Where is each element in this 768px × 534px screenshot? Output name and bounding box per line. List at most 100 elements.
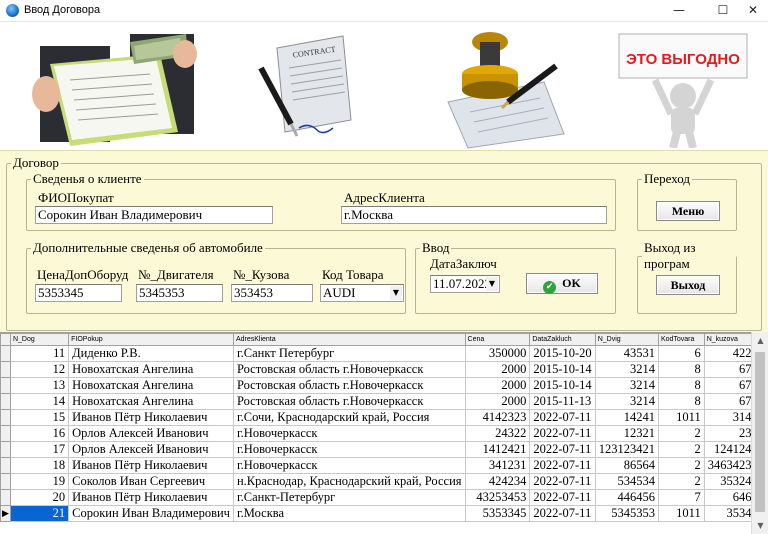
table-cell-kodtovara[interactable]: 6 <box>657 345 705 362</box>
table-cell-adresklienta[interactable]: Ростовская область г.Новочеркасск <box>232 361 466 378</box>
table-cell-n-dvig[interactable]: 3214 <box>594 361 659 378</box>
row-indicator[interactable] <box>0 361 11 378</box>
table-cell-adresklienta[interactable]: г.Новочеркасск <box>232 441 466 458</box>
row-indicator[interactable] <box>0 409 11 426</box>
table-cell-cena[interactable]: 424234 <box>464 473 531 490</box>
scroll-thumb[interactable] <box>755 352 765 512</box>
table-cell-kodtovara[interactable]: 8 <box>657 361 705 378</box>
table-row[interactable]: 11 Диденко Р.В. г.Санкт Петербург 350000 201… <box>0 345 768 362</box>
column-header[interactable]: DataZakluch <box>529 333 596 346</box>
grid-vertical-scrollbar[interactable]: ▲ ▼ <box>751 332 768 534</box>
table-row[interactable]: 16 Орлов Алексей Иванович г.Новочеркасск 24… <box>0 425 768 442</box>
table-cell-adresklienta[interactable]: г.Москва <box>232 505 466 522</box>
table-cell-kodtovara[interactable]: 1011 <box>657 409 705 426</box>
table-cell-n-dog[interactable]: 18 <box>9 457 70 474</box>
table-cell-n-dvig[interactable]: 14241 <box>594 409 659 426</box>
table-row[interactable]: 13 Новохатская Ангелина Ростовская область… <box>0 377 768 394</box>
table-cell-adresklienta[interactable]: г.Новочеркасск <box>232 425 466 442</box>
table-cell-datazakluch[interactable]: 2015-11-13 <box>529 393 596 410</box>
table-cell-n-dog[interactable]: 20 <box>9 489 70 506</box>
menu-button[interactable]: Меню <box>656 201 720 221</box>
column-header[interactable]: Cena <box>464 333 531 346</box>
table-cell-kodtovara[interactable]: 2 <box>657 425 705 442</box>
table-cell-datazakluch[interactable]: 2022-07-11 <box>529 409 596 426</box>
table-cell-n-dog[interactable]: 11 <box>9 345 70 362</box>
body-input[interactable]: 353453 <box>231 284 313 302</box>
row-indicator[interactable] <box>0 377 11 394</box>
table-cell-n-dvig[interactable]: 534534 <box>594 473 659 490</box>
date-picker[interactable]: 11.07.2022 ▼ <box>430 275 500 293</box>
table-cell-cena[interactable]: 2000 <box>464 377 531 394</box>
column-header[interactable]: N_Dvig <box>594 333 659 346</box>
table-cell-cena[interactable]: 24322 <box>464 425 531 442</box>
row-indicator[interactable] <box>0 441 11 458</box>
table-cell-fiopokup[interactable]: Сорокин Иван Владимерович <box>68 505 234 522</box>
table-cell-datazakluch[interactable]: 2015-10-14 <box>529 361 596 378</box>
table-cell-fiopokup[interactable]: Новохатская Ангелина <box>68 377 234 394</box>
engine-input[interactable]: 5345353 <box>136 284 223 302</box>
row-indicator[interactable] <box>0 457 11 474</box>
contracts-grid[interactable]: N_Dog FIOPokup AdresKlienta Cena DataZak… <box>0 332 768 534</box>
table-row[interactable]: 17 Орлов Алексей Иванович г.Новочеркасск 14… <box>0 441 768 458</box>
table-cell-kodtovara[interactable]: 8 <box>657 393 705 410</box>
table-cell-datazakluch[interactable]: 2022-07-11 <box>529 473 596 490</box>
maximize-button[interactable]: ☐ <box>708 0 738 22</box>
minimize-button[interactable]: — <box>664 0 694 22</box>
table-cell-n-dog[interactable]: 17 <box>9 441 70 458</box>
table-cell-fiopokup[interactable]: Иванов Пётр Николаевич <box>68 489 234 506</box>
table-row[interactable]: 14 Новохатская Ангелина Ростовская область… <box>0 393 768 410</box>
table-cell-n-dog[interactable]: 16 <box>9 425 70 442</box>
table-cell-n-dog[interactable]: 13 <box>9 377 70 394</box>
address-input[interactable]: г.Москва <box>341 206 607 224</box>
table-cell-fiopokup[interactable]: Диденко Р.В. <box>68 345 234 362</box>
table-cell-datazakluch[interactable]: 2022-07-11 <box>529 425 596 442</box>
table-cell-adresklienta[interactable]: г.Сочи, Краснодарский край, Россия <box>232 409 466 426</box>
table-cell-datazakluch[interactable]: 2015-10-14 <box>529 377 596 394</box>
table-cell-n-dog[interactable]: 19 <box>9 473 70 490</box>
scroll-up-icon[interactable]: ▲ <box>752 332 768 349</box>
table-cell-n-dvig[interactable]: 3214 <box>594 377 659 394</box>
row-indicator[interactable] <box>0 345 11 362</box>
table-cell-kodtovara[interactable]: 2 <box>657 441 705 458</box>
table-cell-n-dvig[interactable]: 86564 <box>594 457 659 474</box>
column-header[interactable]: N_Dog <box>9 333 70 346</box>
table-row[interactable]: 20 Иванов Пётр Николаевич г.Санкт-Петербур… <box>0 489 768 506</box>
table-row[interactable]: 15 Иванов Пётр Николаевич г.Сочи, Краснода… <box>0 409 768 426</box>
table-row[interactable]: 18 Иванов Пётр Николаевич г.Новочеркасск 34… <box>0 457 768 474</box>
table-cell-adresklienta[interactable]: Ростовская область г.Новочеркасск <box>232 377 466 394</box>
table-cell-fiopokup[interactable]: Новохатская Ангелина <box>68 393 234 410</box>
table-cell-datazakluch[interactable]: 2022-07-11 <box>529 489 596 506</box>
current-row-indicator-icon[interactable]: ▶ <box>0 505 11 522</box>
ok-button[interactable]: ✔ OK <box>526 273 598 294</box>
exit-button[interactable]: Выход <box>656 275 720 295</box>
table-cell-kodtovara[interactable]: 2 <box>657 457 705 474</box>
table-cell-cena[interactable]: 43253453 <box>464 489 531 506</box>
table-cell-adresklienta[interactable]: г.Санкт-Петербург <box>232 489 466 506</box>
table-cell-datazakluch[interactable]: 2022-07-11 <box>529 505 596 522</box>
table-cell-datazakluch[interactable]: 2022-07-11 <box>529 457 596 474</box>
table-cell-cena[interactable]: 350000 <box>464 345 531 362</box>
table-cell-n-dvig[interactable]: 123123421 <box>594 441 659 458</box>
table-cell-datazakluch[interactable]: 2022-07-11 <box>529 441 596 458</box>
table-cell-cena[interactable]: 1412421 <box>464 441 531 458</box>
table-cell-adresklienta[interactable]: н.Краснодар, Краснодарский край, Россия <box>232 473 466 490</box>
price-input[interactable]: 5353345 <box>35 284 122 302</box>
table-cell-n-dog[interactable]: 12 <box>9 361 70 378</box>
code-select[interactable]: AUDI ▼ <box>320 284 404 302</box>
table-cell-fiopokup[interactable]: Орлов Алексей Иванович <box>68 441 234 458</box>
table-cell-n-dvig[interactable]: 12321 <box>594 425 659 442</box>
table-cell-kodtovara[interactable]: 7 <box>657 489 705 506</box>
table-cell-cena[interactable]: 5353345 <box>464 505 531 522</box>
column-header[interactable]: FIOPokup <box>68 333 234 346</box>
table-cell-n-dog[interactable]: 14 <box>9 393 70 410</box>
table-cell-cena[interactable]: 341231 <box>464 457 531 474</box>
table-cell-datazakluch[interactable]: 2015-10-20 <box>529 345 596 362</box>
table-cell-kodtovara[interactable]: 8 <box>657 377 705 394</box>
table-cell-n-dvig[interactable]: 5345353 <box>594 505 659 522</box>
table-cell-n-dvig[interactable]: 446456 <box>594 489 659 506</box>
table-cell-adresklienta[interactable]: Ростовская область г.Новочеркасск <box>232 393 466 410</box>
table-cell-fiopokup[interactable]: Иванов Пётр Николаевич <box>68 457 234 474</box>
table-cell-adresklienta[interactable]: г.Санкт Петербург <box>232 345 466 362</box>
calendar-dropdown-icon[interactable]: ▼ <box>486 277 498 291</box>
scroll-down-icon[interactable]: ▼ <box>752 517 768 534</box>
